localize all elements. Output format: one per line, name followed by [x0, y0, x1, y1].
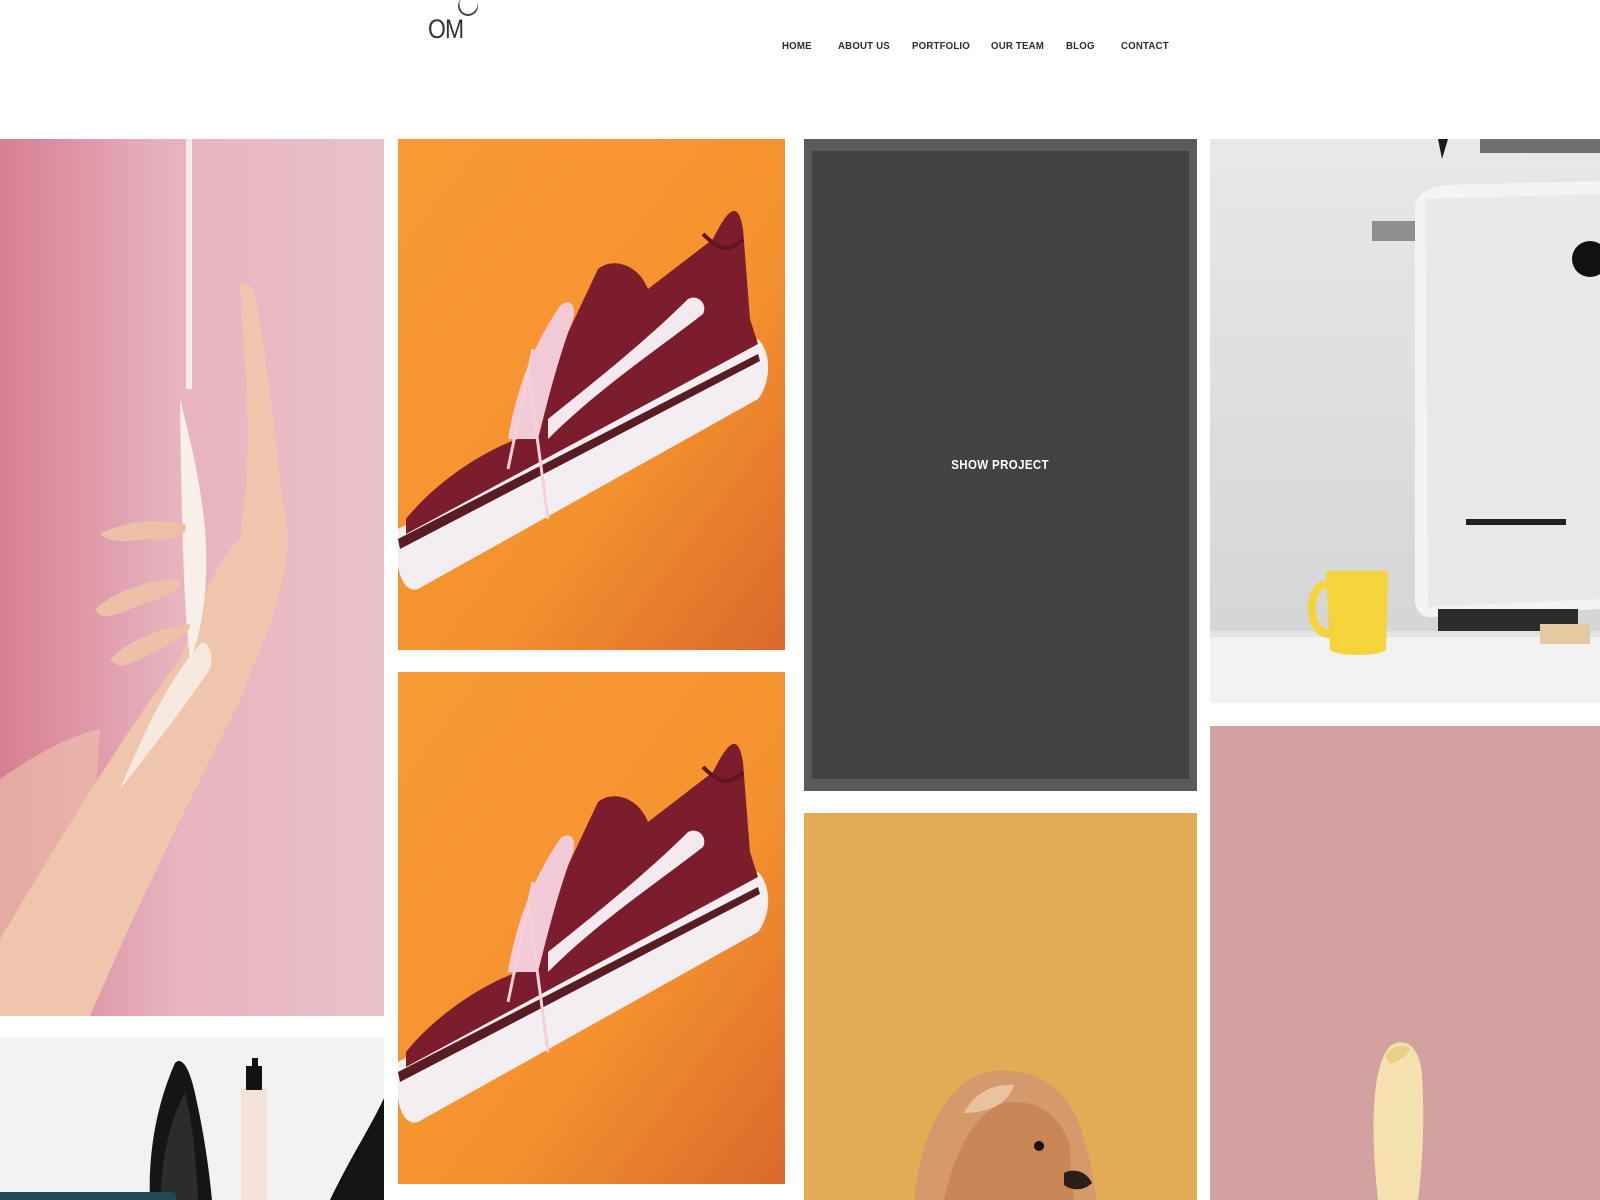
banana-image	[1210, 726, 1600, 1200]
desk-image	[1210, 139, 1600, 703]
nav-blog[interactable]: BLOG	[1066, 40, 1095, 52]
overlay-panel: SHOW PROJECT	[812, 151, 1189, 779]
portfolio-tile-desk[interactable]	[1210, 139, 1600, 703]
portfolio-tile-dog[interactable]	[804, 813, 1197, 1200]
nav-home[interactable]: HOME	[782, 40, 812, 52]
logo[interactable]: OM	[428, 0, 482, 46]
logo-text: OM	[428, 14, 464, 44]
sunglasses-image	[0, 1038, 384, 1200]
portfolio-tile-sunglasses[interactable]	[0, 1038, 384, 1200]
portfolio-tile-banana[interactable]	[1210, 726, 1600, 1200]
site-header: OM HOME ABOUT US PORTFOLIO OUR TEAM BLOG…	[0, 0, 1600, 139]
status-bar	[0, 1192, 176, 1200]
nav-our-team[interactable]: OUR TEAM	[991, 40, 1044, 52]
nav-about-us[interactable]: ABOUT US	[838, 40, 890, 52]
nav-portfolio[interactable]: PORTFOLIO	[912, 40, 970, 52]
sneaker-image	[398, 139, 785, 650]
nav-contact[interactable]: CONTACT	[1121, 40, 1169, 52]
hand-image	[0, 139, 384, 1016]
sneaker-image	[398, 672, 785, 1184]
dog-image	[804, 813, 1197, 1200]
portfolio-tile-overlay[interactable]: SHOW PROJECT	[804, 139, 1197, 791]
portfolio-tile-sneaker-1[interactable]	[398, 139, 785, 650]
portfolio-tile-sneaker-2[interactable]	[398, 672, 785, 1184]
show-project-link[interactable]: SHOW PROJECT	[952, 458, 1050, 472]
portfolio-tile-hand[interactable]	[0, 139, 384, 1016]
